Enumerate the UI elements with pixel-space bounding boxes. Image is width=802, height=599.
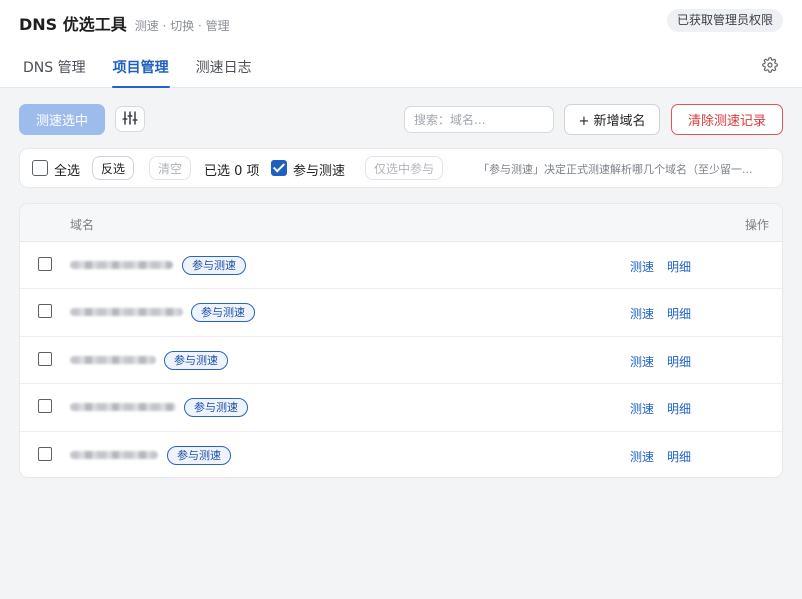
filter-button[interactable] [115, 106, 145, 132]
row-checkbox[interactable] [38, 446, 52, 461]
detail-link[interactable]: 明细 [667, 353, 691, 370]
speedtest-selected-button[interactable]: 测速选中 [19, 104, 105, 135]
search-input[interactable] [404, 106, 554, 133]
selected-count: 已选 0 项 [204, 164, 260, 179]
title-row: DNS 优选工具 测速 · 切换 · 管理 [19, 11, 230, 35]
table-row: 参与测速 测速 明细 [20, 242, 782, 290]
participate-tag: 参与测速 [164, 350, 228, 370]
row-checkbox[interactable] [38, 304, 52, 319]
participate-tag: 参与测速 [182, 256, 246, 275]
app-title: DNS 优选工具 [19, 15, 127, 34]
table-row: 参与测速 测速 明细 [20, 337, 782, 385]
speedtest-link[interactable]: 测速 [630, 258, 654, 275]
table-row: 参与测速 测速 明细 [20, 432, 782, 477]
row-checkbox[interactable] [38, 399, 52, 414]
tab-dns-management[interactable]: DNS 管理 [23, 57, 86, 88]
toolbar: 测速选中 + 新增域名 清除测速记录 [19, 103, 783, 135]
domain-name-redacted [70, 450, 158, 459]
select-all-label: 全选 [54, 164, 81, 179]
detail-link[interactable]: 明细 [667, 305, 691, 322]
column-domain: 域名 [70, 218, 95, 232]
domain-name-redacted [70, 355, 156, 364]
participate-tag: 参与测速 [184, 398, 248, 418]
participate-checkbox[interactable] [271, 160, 287, 176]
speedtest-link[interactable]: 测速 [630, 400, 654, 417]
detail-link[interactable]: 明细 [667, 258, 691, 275]
domain-table: 域名 操作 参与测速 测速 明细 参与测速 测速 明细 参与测速 测速 明细 参… [19, 203, 783, 478]
add-domain-button[interactable]: + 新增域名 [564, 104, 660, 135]
column-actions: 操作 [744, 218, 769, 232]
speedtest-link[interactable]: 测速 [630, 353, 654, 370]
row-checkbox[interactable] [38, 351, 52, 366]
clear-records-button[interactable]: 清除测速记录 [671, 104, 783, 135]
speedtest-link[interactable]: 测速 [630, 305, 654, 322]
app-header: DNS 优选工具 测速 · 切换 · 管理 已获取管理员权限 DNS 管理 项目… [0, 0, 802, 88]
domain-name-redacted [70, 403, 176, 412]
sliders-icon [122, 110, 138, 125]
tab-bar: DNS 管理 项目管理 测速日志 [23, 57, 279, 88]
table-row: 参与测速 测速 明细 [20, 289, 782, 337]
domain-name-redacted [70, 261, 173, 269]
table-row: 参与测速 测速 明细 [20, 384, 782, 432]
detail-link[interactable]: 明细 [667, 400, 691, 417]
participate-tag: 参与测速 [167, 445, 231, 465]
selection-bar: 全选 反选 清空 已选 0 项 参与测速 仅选中参与 「参与测速」决定正式测速解… [19, 148, 783, 188]
row-checkbox[interactable] [38, 257, 52, 271]
speedtest-link[interactable]: 测速 [630, 448, 654, 465]
only-selected-participate-button[interactable]: 仅选中参与 [365, 156, 444, 180]
detail-link[interactable]: 明细 [667, 448, 691, 465]
clear-selection-button[interactable]: 清空 [149, 156, 192, 180]
admin-status-badge: 已获取管理员权限 [666, 9, 783, 32]
participate-tag: 参与测速 [191, 303, 255, 323]
participate-hint: 「参与测速」决定正式测速解析哪几个域名（至少留一... [478, 163, 753, 176]
tab-speedtest-log[interactable]: 测速日志 [196, 57, 252, 88]
tab-project-management[interactable]: 项目管理 [111, 57, 170, 88]
domain-name-redacted [70, 308, 183, 317]
participate-label: 参与测速 [293, 164, 346, 179]
app-subtitle: 测速 · 切换 · 管理 [134, 19, 230, 33]
gear-icon[interactable] [762, 57, 778, 73]
table-header: 域名 操作 [20, 204, 782, 242]
invert-selection-button[interactable]: 反选 [92, 156, 135, 180]
select-all-checkbox[interactable] [32, 160, 48, 176]
